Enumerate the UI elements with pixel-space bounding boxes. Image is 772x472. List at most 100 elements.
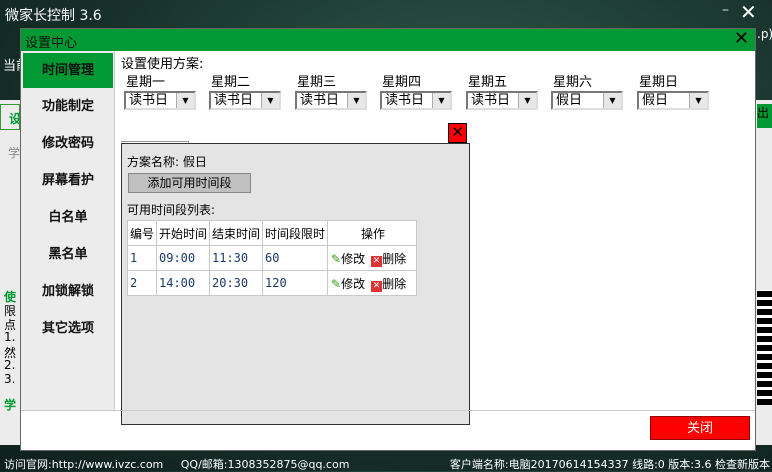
time-slot-panel: 方案名称: 假日 添加可用时间段 可用时间段列表: 编号 开始时间 结束时间 时…	[121, 143, 470, 425]
column-header: 开始时间	[156, 220, 210, 246]
contact-info: QQ/邮箱:1308352875@qq.com	[180, 458, 350, 471]
select-value: 读书日	[129, 93, 169, 108]
edit-button[interactable]: ✎修改	[331, 252, 365, 266]
day-label: 星期五	[468, 75, 508, 90]
delete-button[interactable]: ✕ 删除	[365, 276, 407, 292]
sidebar-item-function[interactable]: 功能制定	[23, 89, 113, 124]
plan-name-value: 假日	[182, 155, 207, 169]
delete-label: 删除	[382, 276, 407, 291]
bg-fragment: 设	[0, 104, 20, 130]
table-row: 1 09:00 11:30 60 ✎修改 ✕ 删除	[127, 245, 417, 271]
check-update-link[interactable]: 检查新版本	[715, 458, 770, 471]
settings-dialog: 设置中心 ✕ 时间管理 功能制定 修改密码 屏幕看护 白名单 黑名单 加锁解锁 …	[20, 28, 756, 451]
cell-id: 1	[127, 245, 157, 271]
day-plan-select[interactable]: 读书日 ▼	[466, 91, 538, 110]
chevron-down-icon[interactable]: ▼	[518, 93, 536, 108]
day-tuesday: 星期二读书日 ▼	[209, 71, 281, 110]
select-value: 假日	[556, 93, 583, 108]
edit-label: 修改	[341, 276, 366, 291]
plan-name-label: 方案名称:	[127, 155, 180, 169]
version-info: 版本:3.6	[668, 458, 712, 471]
day-sunday: 星期日 假日 ▼	[637, 71, 709, 110]
app-title: 微家长控制 3.6	[5, 8, 102, 24]
chevron-down-icon[interactable]: ▼	[176, 93, 194, 108]
day-label: 星期三	[297, 75, 337, 90]
day-label: 星期二	[211, 75, 251, 90]
add-time-slot-button[interactable]: 添加可用时间段	[128, 173, 251, 193]
time-slot-list-label: 可用时间段列表:	[127, 203, 216, 217]
cell-limit: 120	[262, 270, 328, 296]
chevron-down-icon[interactable]: ▼	[603, 93, 621, 108]
bg-fragment: 1.	[4, 330, 16, 344]
status-bar-left: 访问官网:http://www.ivzc.com QQ/邮箱:130835287…	[4, 456, 349, 472]
day-label: 星期四	[382, 75, 422, 90]
close-button[interactable]: 关闭	[650, 416, 750, 440]
chevron-down-icon[interactable]: ▼	[261, 93, 279, 108]
day-saturday: 星期六 假日 ▼	[551, 71, 623, 110]
minimize-button[interactable]: –	[722, 2, 729, 18]
table-row: 2 14:00 20:30 120 ✎修改 ✕ 删除	[127, 270, 417, 296]
bg-fragment: 当前	[3, 59, 20, 74]
delete-icon: ✕	[371, 255, 383, 267]
edit-label: 修改	[341, 251, 366, 266]
qr-code	[757, 290, 772, 405]
app-close-button[interactable]: ✕	[740, 0, 757, 24]
edit-button[interactable]: ✎修改	[331, 277, 365, 291]
sidebar-item-screen-watch[interactable]: 屏幕看护	[23, 163, 113, 198]
pencil-icon: ✎	[331, 251, 342, 266]
status-bar-right: 客户端名称:电脑20170614154337 线路:0 版本:3.6 检查新版本	[450, 456, 770, 472]
day-plan-select[interactable]: 读书日 ▼	[209, 91, 281, 110]
select-value: 读书日	[385, 93, 425, 108]
day-thursday: 星期四读书日 ▼	[380, 71, 452, 110]
sidebar-item-time-management[interactable]: 时间管理	[23, 53, 113, 88]
day-plan-select[interactable]: 读书日 ▼	[295, 91, 367, 110]
sidebar-item-blacklist[interactable]: 黑名单	[23, 237, 113, 272]
column-header: 时间段限时	[262, 220, 328, 246]
select-value: 假日	[642, 93, 669, 108]
cell-actions: ✎修改 ✕ 删除	[327, 245, 417, 271]
bg-fragment: 学	[4, 398, 17, 412]
column-header: 操作	[327, 220, 417, 246]
day-plan-select[interactable]: 假日 ▼	[637, 91, 709, 110]
dialog-close-icon[interactable]: ✕	[734, 28, 749, 49]
chevron-down-icon[interactable]: ▼	[347, 93, 365, 108]
day-wednesday: 星期三读书日 ▼	[295, 71, 367, 110]
plan-name: 方案名称: 假日	[127, 153, 207, 170]
table-header: 编号 开始时间 结束时间 时间段限时 操作	[127, 220, 417, 246]
day-plan-select[interactable]: 假日 ▼	[551, 91, 623, 110]
sidebar-item-other[interactable]: 其它选项	[23, 311, 113, 346]
chevron-down-icon[interactable]: ▼	[432, 93, 450, 108]
panel-close-icon[interactable]: ✕	[448, 123, 467, 143]
sidebar-item-lock[interactable]: 加锁解锁	[23, 274, 113, 309]
cell-limit: 60	[262, 245, 328, 271]
cell-start: 14:00	[156, 270, 210, 296]
plan-label: 设置使用方案:	[121, 57, 204, 72]
divider	[21, 410, 755, 411]
cell-actions: ✎修改 ✕ 删除	[327, 270, 417, 296]
cell-end: 20:30	[209, 270, 263, 296]
bg-fragment: 学	[8, 146, 20, 160]
client-name: 客户端名称:电脑20170614154337	[449, 458, 629, 471]
day-plan-select[interactable]: 读书日 ▼	[380, 91, 452, 110]
chevron-down-icon[interactable]: ▼	[689, 93, 707, 108]
select-value: 读书日	[214, 93, 254, 108]
sidebar: 时间管理 功能制定 修改密码 屏幕看护 白名单 黑名单 加锁解锁 其它选项	[21, 51, 115, 411]
sidebar-item-whitelist[interactable]: 白名单	[23, 200, 113, 235]
bg-fragment: 出	[757, 104, 772, 128]
sidebar-item-password[interactable]: 修改密码	[23, 126, 113, 161]
time-slot-table: 编号 开始时间 结束时间 时间段限时 操作 1 09:00 11:30 60 ✎…	[127, 220, 417, 296]
day-friday: 星期五 读书日 ▼	[466, 71, 538, 110]
bg-fragment: 2.	[4, 358, 16, 372]
website-link[interactable]: 访问官网:http://www.ivzc.com	[4, 458, 163, 471]
delete-label: 删除	[382, 251, 407, 266]
column-header: 编号	[127, 220, 157, 246]
delete-icon: ✕	[371, 280, 383, 292]
select-value: 读书日	[300, 93, 340, 108]
day-label: 星期一	[126, 75, 166, 90]
delete-button[interactable]: ✕ 删除	[365, 251, 407, 267]
day-monday: 星期一读书日 ▼	[124, 71, 196, 110]
cell-start: 09:00	[156, 245, 210, 271]
day-plan-select[interactable]: 读书日 ▼	[124, 91, 196, 110]
line-info: 线路:0	[632, 458, 665, 471]
bg-fragment: .p)	[757, 27, 772, 41]
